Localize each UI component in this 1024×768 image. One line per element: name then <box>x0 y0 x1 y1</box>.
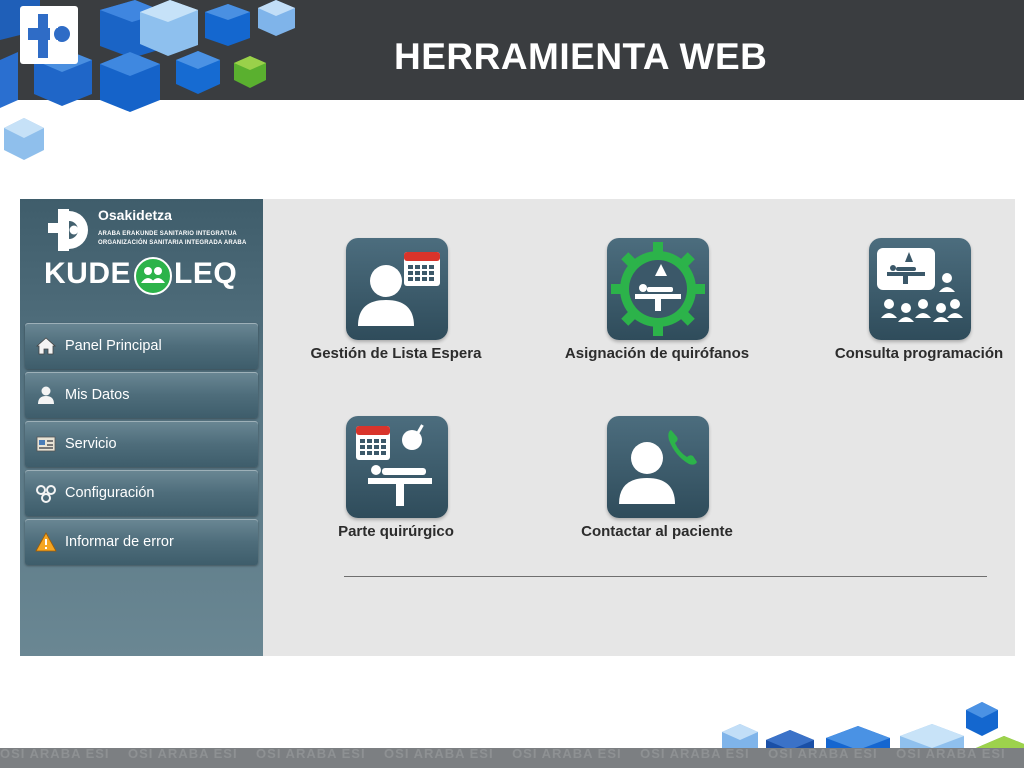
menu-label: Mis Datos <box>65 387 130 403</box>
menu-item-servicio[interactable]: Servicio <box>25 421 258 467</box>
tile-contactar-paciente[interactable]: Contactar al paciente <box>537 416 777 566</box>
menu-item-panel-principal[interactable]: Panel Principal <box>25 323 258 369</box>
org-logo: Osakidetza ARABA ERAKUNDE SANITARIO INTE… <box>48 207 263 259</box>
tile-consulta-programacion[interactable]: Consulta programación <box>799 238 1024 388</box>
footer-band: OSI ARABA ESI OSI ARABA ESI OSI ARABA ES… <box>0 748 1024 768</box>
user-icon <box>35 384 57 406</box>
app-window: Osakidetza ARABA ERAKUNDE SANITARIO INTE… <box>20 199 1015 656</box>
org-subtitle-basque: ARABA ERAKUNDE SANITARIO INTEGRATUA <box>98 231 237 237</box>
product-name-left: KUDE <box>44 257 132 290</box>
decorative-cubes-top-icon <box>0 0 295 160</box>
tile-parte-quirurgico[interactable]: Parte quirúrgico <box>276 416 516 566</box>
menu-item-informar-error[interactable]: Informar de error <box>25 519 258 565</box>
service-icon <box>35 433 57 455</box>
gears-icon <box>35 482 57 504</box>
people-badge-icon <box>134 257 172 295</box>
tile-label: Gestión de Lista Espera <box>310 345 482 362</box>
slide-title: HERRAMIENTA WEB <box>394 36 768 77</box>
menu-item-configuracion[interactable]: Configuración <box>25 470 258 516</box>
operation-audience-icon <box>869 238 971 340</box>
product-logo: KUDE LEQ <box>44 257 238 297</box>
tile-label: Contactar al paciente <box>581 523 733 540</box>
tile-asignacion-quirofanos[interactable]: Asignación de quirófanos <box>537 238 777 388</box>
surgery-report-icon <box>346 416 448 518</box>
menu-label: Panel Principal <box>65 338 162 354</box>
menu-label: Configuración <box>65 485 155 501</box>
tile-label: Consulta programación <box>834 345 1004 362</box>
osakidetza-logo-icon <box>48 209 88 251</box>
content-divider <box>344 576 987 577</box>
menu-item-mis-datos[interactable]: Mis Datos <box>25 372 258 418</box>
user-calendar-icon <box>346 238 448 340</box>
sidebar: Osakidetza ARABA ERAKUNDE SANITARIO INTE… <box>20 199 263 656</box>
product-name-right: LEQ <box>174 257 238 290</box>
tile-label: Parte quirúrgico <box>338 523 454 540</box>
home-icon <box>35 335 57 357</box>
footer-watermark: OSI ARABA ESI OSI ARABA ESI OSI ARABA ES… <box>0 748 1006 761</box>
operating-room-gear-icon <box>607 238 709 340</box>
menu-label: Informar de error <box>65 534 174 550</box>
patient-phone-icon <box>607 416 709 518</box>
org-name: Osakidetza <box>98 207 172 223</box>
org-subtitle-spanish: ORGANIZACIÓN SANITARIA INTEGRADA ARABA <box>98 240 247 246</box>
slide: OSI ARABA ESIOSI ARABA ESIOSI ARABA ESI … <box>0 0 1024 768</box>
warning-icon <box>35 531 57 553</box>
tile-label: Asignación de quirófanos <box>564 345 750 362</box>
sidebar-menu: Panel Principal Mis Datos Servicio Confi… <box>25 323 258 568</box>
tile-gestion-lista-espera[interactable]: Gestión de Lista Espera <box>276 238 516 388</box>
menu-label: Servicio <box>65 436 117 452</box>
